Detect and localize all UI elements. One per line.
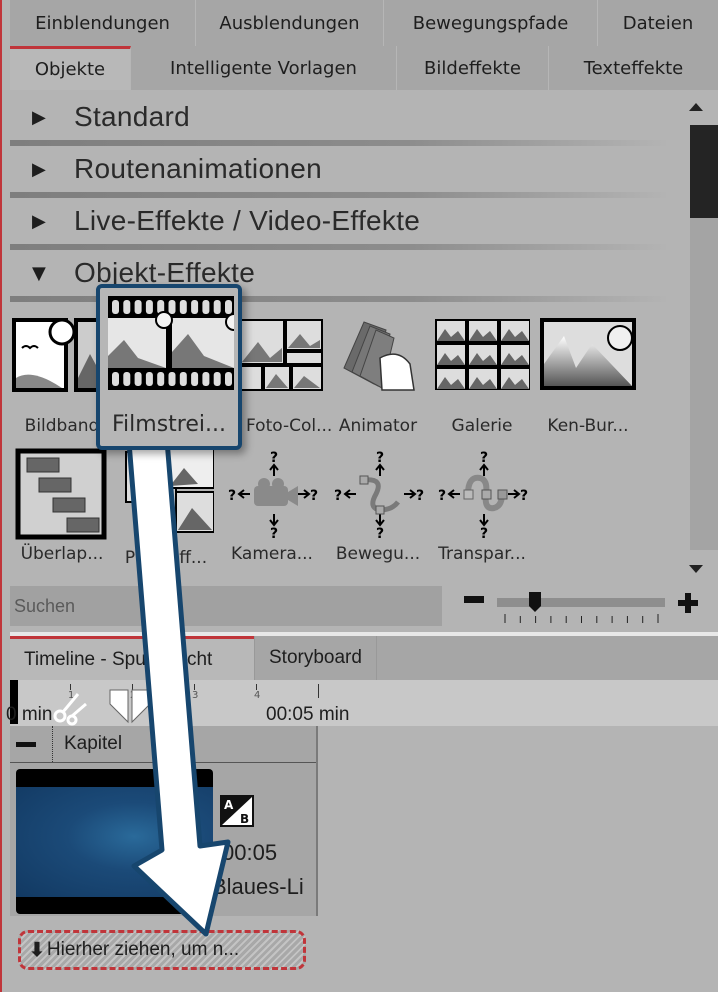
tab-row-primary: Einblendungen Ausblendungen Bewegungspfa…	[10, 0, 718, 46]
chapter-label: Kapitel	[64, 733, 123, 754]
section-routenanimationen[interactable]: ▶ Routenanimationen	[10, 149, 670, 189]
effect-label: Animator	[338, 416, 418, 436]
svg-text:?: ?	[480, 526, 488, 540]
triangle-right-icon: ▶	[32, 106, 46, 128]
gallery-grid-icon	[432, 318, 532, 408]
effect-label: Überlap...	[20, 544, 104, 564]
timeline-tabs: Timeline - Spuransicht Storyboard	[10, 636, 718, 680]
effect-label: Kamera...	[231, 544, 313, 564]
zoom-in-icon[interactable]	[678, 593, 698, 613]
effect-label: Galerie	[451, 416, 513, 436]
scissors-icon[interactable]	[50, 690, 90, 726]
drop-zone-label: Hierher ziehen, um n...	[46, 939, 240, 960]
ruler-tick-label: 4	[254, 690, 261, 701]
section-divider	[10, 140, 670, 146]
filmstrip-icon	[108, 296, 234, 390]
tab-ausblendungen[interactable]: Ausblendungen	[196, 0, 384, 46]
section-divider	[10, 192, 670, 198]
triangle-right-icon: ▶	[32, 210, 46, 232]
tab-intelligente-vorlagen[interactable]: Intelligente Vorlagen	[131, 46, 397, 90]
drag-preview[interactable]: Filmstrei...	[96, 284, 242, 450]
svg-text:?: ?	[520, 488, 528, 504]
effect-label: Pfad-Eff...	[124, 548, 208, 568]
ken-burns-icon	[538, 318, 638, 408]
tab-bewegungspfade[interactable]: Bewegungspfade	[384, 0, 598, 46]
motion-path-icon: ????	[328, 448, 428, 542]
tab-texteffekte[interactable]: Texteffekte	[549, 46, 718, 90]
triangle-down-icon: ▼	[32, 262, 46, 284]
svg-text:?: ?	[334, 488, 342, 504]
zoom-out-icon[interactable]	[464, 596, 484, 604]
ruler-end-label: 00:05 min	[266, 704, 350, 725]
tab-objekte[interactable]: Objekte	[10, 46, 131, 90]
section-standard[interactable]: ▶ Standard	[10, 97, 670, 137]
scrollbar-thumb[interactable]	[690, 125, 718, 218]
svg-text:?: ?	[376, 526, 384, 540]
tab-einblendungen[interactable]: Einblendungen	[10, 0, 196, 46]
flipbook-icon	[328, 318, 428, 408]
effect-ken-burns[interactable]: Ken-Bur...	[534, 318, 642, 436]
overlap-icon	[12, 448, 112, 540]
ruler-tick-label: 3	[192, 690, 199, 701]
triangle-right-icon: ▶	[32, 158, 46, 180]
zoom-slider-thumb[interactable]	[527, 591, 543, 613]
transparency-path-icon: ????	[432, 448, 532, 542]
effect-animator[interactable]: Animator	[324, 318, 432, 436]
camera-move-icon: ????	[222, 448, 322, 542]
effect-transparenz[interactable]: ???? Transpar...	[428, 448, 536, 564]
effect-label: Transpar...	[438, 544, 526, 564]
effect-label: Ken-Bur...	[547, 416, 629, 436]
collapse-icon[interactable]	[16, 741, 36, 747]
effect-ueberlappung[interactable]: Überlap...	[8, 448, 116, 564]
drag-preview-label: Filmstrei...	[112, 412, 226, 437]
tab-timeline[interactable]: Timeline - Spuransicht	[10, 636, 254, 680]
effect-label: Bewegu...	[335, 544, 421, 564]
effect-galerie[interactable]: Galerie	[428, 318, 536, 436]
ab-transition-icon[interactable]: A B	[220, 795, 254, 827]
svg-text:?: ?	[438, 488, 446, 504]
section-divider	[10, 244, 670, 250]
split-marker-icon[interactable]	[108, 688, 152, 724]
svg-text:?: ?	[270, 526, 278, 540]
section-label: Routenanimationen	[74, 153, 322, 184]
zoom-slider-ticks	[504, 614, 659, 623]
svg-text:?: ?	[416, 488, 424, 504]
zoom-slider-track[interactable]	[497, 598, 665, 607]
path-effect-icon	[116, 447, 216, 538]
scroll-down-arrow-icon[interactable]	[686, 562, 706, 576]
clip-thumbnail[interactable]	[16, 769, 213, 914]
tab-bildeffekte[interactable]: Bildeffekte	[397, 46, 549, 90]
drop-zone[interactable]: ⬇ Hierher ziehen, um n...	[18, 930, 306, 970]
tab-row-secondary: Objekte Intelligente Vorlagen Bildeffekt…	[10, 46, 718, 90]
clip-name: Blaues-Li	[212, 874, 304, 899]
svg-text:A: A	[224, 798, 234, 812]
window-border	[0, 0, 2, 992]
tab-dateien[interactable]: Dateien	[598, 0, 718, 46]
effect-bewegungspfad[interactable]: ???? Bewegu...	[324, 448, 432, 564]
scroll-up-arrow-icon[interactable]	[686, 100, 706, 114]
effect-kamera[interactable]: ???? Kamera...	[218, 448, 326, 564]
effect-pfad-effekt[interactable]: Pfad-Eff...	[112, 447, 220, 568]
chapter-header[interactable]: Kapitel	[10, 726, 316, 762]
section-label: Standard	[74, 101, 191, 132]
tab-storyboard[interactable]: Storyboard	[254, 636, 377, 680]
section-label: Live-Effekte / Video-Effekte	[74, 205, 421, 236]
svg-text:?: ?	[228, 488, 236, 504]
section-live-effekte[interactable]: ▶ Live-Effekte / Video-Effekte	[10, 201, 670, 241]
arrow-down-icon: ⬇	[29, 939, 45, 961]
search-input[interactable]	[10, 586, 442, 626]
svg-text:?: ?	[310, 488, 318, 504]
search-field[interactable]	[10, 586, 442, 626]
ruler-start-label: 0 min	[6, 704, 53, 725]
timeline-ruler[interactable]: 0 min 1 2 3 4 00:05 min	[6, 680, 718, 726]
clip-duration: 00:05	[222, 840, 278, 865]
svg-text:B: B	[240, 812, 249, 826]
